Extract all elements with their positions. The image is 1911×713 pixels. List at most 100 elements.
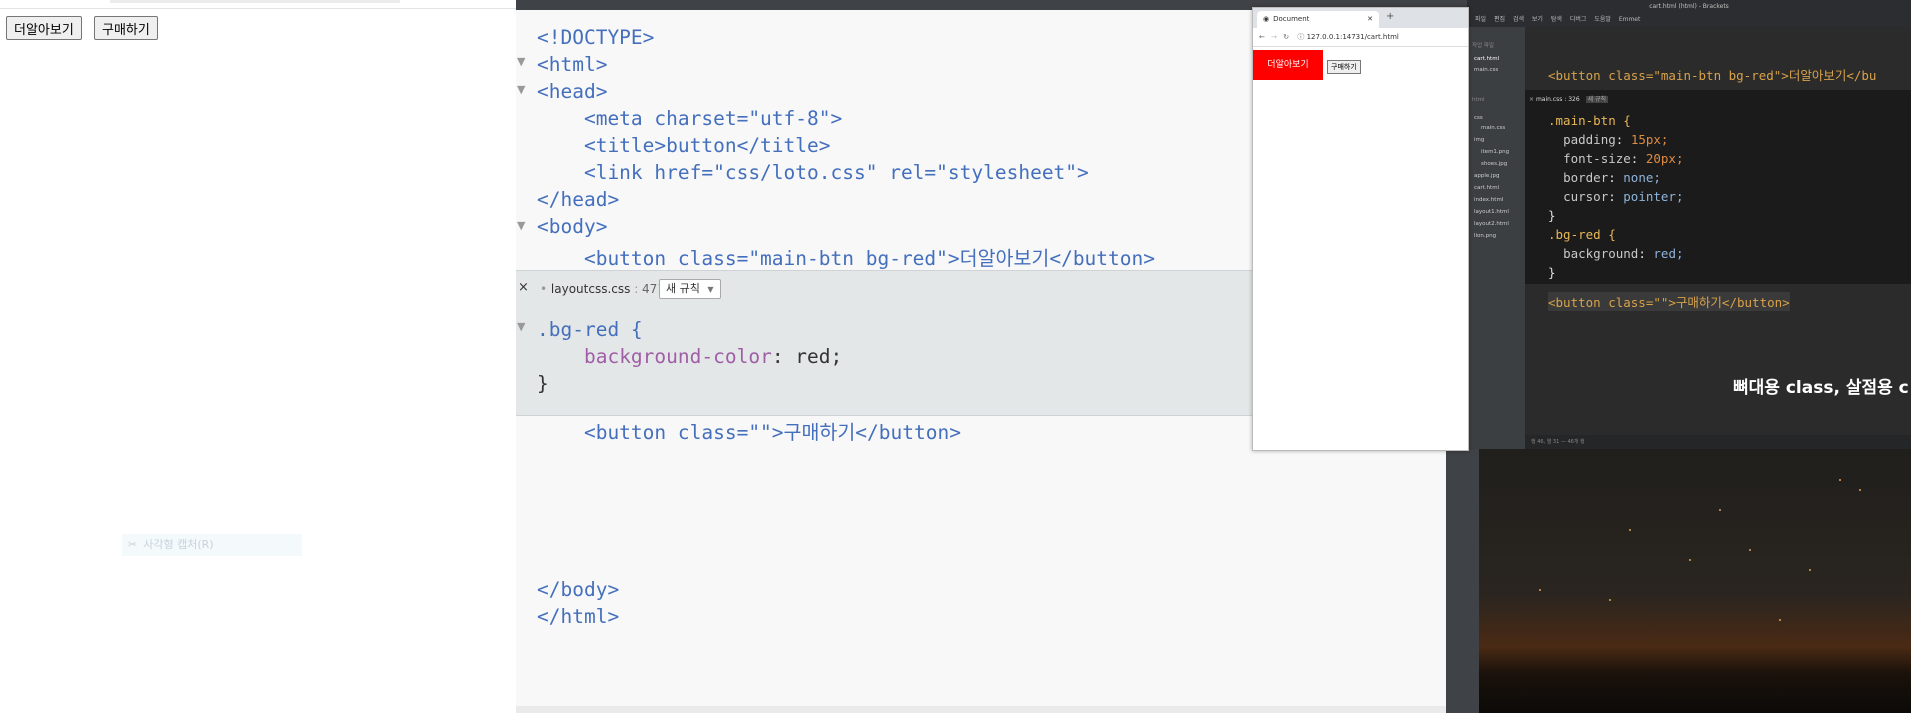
css-close-brace: } — [537, 372, 549, 395]
editor-status-strip — [516, 706, 1446, 713]
tree-item[interactable]: main.css — [1481, 125, 1505, 131]
css-declaration: background-color: red; — [583, 345, 843, 368]
scissors-icon: ✂ — [128, 538, 138, 551]
popup-tab[interactable]: ◉ Document ✕ — [1257, 11, 1379, 28]
forward-icon[interactable]: → — [1271, 33, 1277, 41]
close-icon[interactable]: × — [1529, 96, 1536, 103]
new-rule-tag[interactable]: 새 규칙 — [1585, 96, 1609, 103]
new-rule-label: 새 규칙 — [666, 282, 700, 295]
capture-label: 사각형 캡처(R) — [143, 538, 214, 551]
tree-item[interactable]: item1.png — [1481, 149, 1509, 155]
chevron-down-icon: ▼ — [707, 285, 714, 294]
code-line: </head> — [537, 188, 620, 211]
css-close-brace: } — [1548, 208, 1556, 223]
tree-item[interactable]: layout1.html — [1474, 209, 1509, 215]
code-line: <button class="">구매하기</button> — [1548, 292, 1790, 311]
star-dot — [1609, 599, 1611, 601]
menu-navigate[interactable]: 탐색 — [1551, 16, 1562, 23]
working-files-label: 작업 파일 — [1472, 43, 1494, 49]
learn-more-button[interactable]: 더알아보기 — [6, 16, 82, 40]
scrollbar-thumb[interactable] — [110, 0, 400, 3]
fold-arrow-icon[interactable]: ▼ — [517, 320, 525, 333]
brackets-window: cart.html (html) - Brackets 파일 편집 검색 보기 … — [1467, 0, 1911, 449]
popup-tab-strip: ◉ Document ✕ + — [1253, 8, 1468, 28]
css-close-brace: } — [1548, 265, 1556, 280]
css-declaration: border: none; — [1563, 170, 1661, 185]
new-tab-icon[interactable]: + — [1386, 11, 1394, 22]
tree-item[interactable]: css — [1474, 115, 1483, 121]
css-declaration: padding: 15px; — [1563, 132, 1669, 147]
browser-scroll-area — [0, 0, 516, 9]
popup-learn-more-button[interactable]: 더알아보기 — [1253, 50, 1323, 80]
css-property: background-color — [583, 345, 772, 368]
css-declaration: font-size: 20px; — [1563, 151, 1684, 166]
menu-file[interactable]: 파일 — [1475, 16, 1486, 23]
tree-item[interactable]: img — [1474, 137, 1484, 143]
working-file-item[interactable]: main.css — [1474, 67, 1498, 73]
brackets-menu-bar: 파일 편집 검색 보기 탐색 디버그 도움말 Emmet — [1467, 13, 1911, 27]
url-text: 127.0.0.1:14731/cart.html — [1306, 33, 1399, 41]
code-line: </html> — [537, 605, 620, 628]
star-dot — [1749, 549, 1751, 551]
tree-item[interactable]: index.html — [1474, 197, 1503, 203]
menu-view[interactable]: 보기 — [1532, 16, 1543, 23]
brackets-code-area[interactable]: <button class="main-btn bg-red">더알아보기</b… — [1525, 27, 1911, 449]
inline-editor-header: × main.css : 326 새 규칙 — [1529, 94, 1609, 103]
code-line: <html> — [537, 53, 608, 76]
dot-icon: • — [540, 282, 551, 296]
code-line: <body> — [537, 215, 608, 238]
popup-browser-window: ◉ Document ✕ + ← → ↻ ⓘ 127.0.0.1:14731/ca… — [1252, 7, 1469, 451]
buy-button[interactable]: 구매하기 — [94, 16, 158, 40]
tree-item[interactable]: shoes.jpg — [1481, 161, 1507, 167]
preview-browser-pane: 더알아보기 구매하기 ✂ 사각형 캡처(R) — [0, 0, 517, 713]
working-file-item[interactable]: cart.html — [1474, 56, 1499, 62]
tree-item[interactable]: layout2.html — [1474, 221, 1509, 227]
brackets-sidebar: 작업 파일 cart.html main.css html css main.c… — [1467, 27, 1525, 449]
star-dot — [1719, 509, 1721, 511]
code-line: <!DOCTYPE> — [537, 26, 655, 49]
inline-file-label: main.css : 326 — [1535, 96, 1580, 103]
star-dot — [1809, 569, 1811, 571]
tree-item[interactable]: lion.png — [1474, 233, 1496, 239]
inline-file-label: layoutcss.css — [550, 282, 631, 296]
globe-icon: ◉ — [1263, 15, 1270, 23]
status-text: 행 46, 열 31 — 46개 행 — [1531, 439, 1585, 445]
star-dot — [1629, 529, 1631, 531]
star-dot — [1839, 479, 1841, 481]
project-label[interactable]: html — [1472, 97, 1485, 103]
new-rule-dropdown[interactable]: 새 규칙 ▼ — [659, 279, 721, 299]
video-subtitle: 뼈대용 class, 살점용 c — [1733, 378, 1909, 398]
brackets-inline-editor[interactable]: × main.css : 326 새 규칙 .main-btn { paddin… — [1525, 90, 1911, 284]
code-line: <head> — [537, 80, 608, 103]
code-line: <button class="main-btn bg-red">더알아보기</b… — [537, 247, 1155, 270]
tree-item[interactable]: cart.html — [1474, 185, 1499, 191]
code-line: </body> — [537, 578, 620, 601]
css-declaration: cursor: pointer; — [1563, 189, 1684, 204]
tree-item[interactable]: apple.jpg — [1474, 173, 1500, 179]
menu-debug[interactable]: 디버그 — [1570, 16, 1587, 23]
css-value: red; — [795, 345, 843, 368]
faded-capture-toolbar: ✂ 사각형 캡처(R) — [122, 534, 302, 556]
back-icon[interactable]: ← — [1259, 33, 1265, 41]
fold-arrow-icon[interactable]: ▼ — [517, 55, 525, 68]
close-icon[interactable]: × — [518, 280, 529, 295]
close-tab-icon[interactable]: ✕ — [1367, 11, 1373, 28]
fold-arrow-icon[interactable]: ▼ — [517, 219, 525, 232]
code-line: <meta charset="utf-8"> — [537, 107, 843, 130]
popup-buy-button[interactable]: 구매하기 — [1327, 60, 1361, 74]
reload-icon[interactable]: ↻ — [1283, 33, 1289, 41]
info-icon: ⓘ — [1297, 33, 1305, 41]
tab-title: Document — [1273, 15, 1310, 23]
menu-help[interactable]: 도움말 — [1594, 16, 1611, 23]
fold-arrow-icon[interactable]: ▼ — [517, 83, 525, 96]
css-selector: .bg-red { — [1548, 227, 1616, 242]
popup-address-bar[interactable]: ← → ↻ ⓘ 127.0.0.1:14731/cart.html — [1253, 28, 1468, 47]
inline-file-name[interactable]: • layoutcss.css : 471 — [540, 282, 665, 296]
menu-edit[interactable]: 편집 — [1494, 16, 1505, 23]
brackets-title: cart.html (html) - Brackets — [1467, 0, 1911, 13]
desktop-wallpaper-photo — [1479, 449, 1911, 713]
menu-emmet[interactable]: Emmet — [1619, 16, 1641, 23]
star-dot — [1539, 589, 1541, 591]
menu-find[interactable]: 검색 — [1513, 16, 1524, 23]
brackets-status-bar: 행 46, 열 31 — 46개 행 — [1525, 435, 1911, 449]
